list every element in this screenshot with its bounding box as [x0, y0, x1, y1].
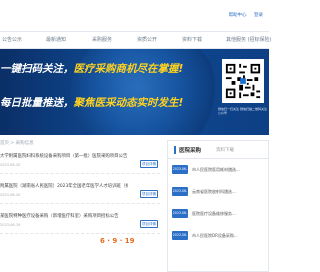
list-item[interactable]: 某医院特种医疗设备采购（新增医疗科室）采购项目招标公告 2023-06-19 项…: [0, 210, 160, 234]
procurement-list: 大学附属医院妇科系统设备采购项目（第一批）医院采购项目公告（服务项目公告） 20…: [0, 150, 160, 272]
tab-hospital-procurement[interactable]: 医院采购: [174, 146, 201, 154]
side-panel: 医院采购 资料下载 2023-06-19 市人民医院医用耗材遴选... 2023…: [167, 140, 269, 272]
list-item-title[interactable]: 大学附属医院妇科系统设备采购项目（第一批）医院采购项目公告（服务项目公告）: [0, 153, 128, 159]
side-item-title[interactable]: 市人民医院医用耗材遴选...: [192, 167, 268, 173]
breadcrumb: 首页 > 采购信息: [0, 141, 34, 146]
side-item-title[interactable]: 市人民医院DR设备采购...: [192, 233, 268, 239]
list-item-title[interactable]: 某医院特种医疗设备采购（新增医疗科室）采购项目招标公告: [0, 213, 128, 219]
qr-code-icon: [224, 62, 262, 100]
nav-item-announcements[interactable]: 公告公示: [2, 36, 22, 43]
list-item-date: 2023-06-20: [0, 163, 21, 167]
side-item-title[interactable]: 云南省医院放射科遴选...: [192, 189, 268, 195]
side-item-title[interactable]: 医院医疗设备维修服务...: [192, 211, 268, 217]
pagination[interactable]: 6 · 9 · 19: [100, 237, 135, 245]
qr-code: [222, 59, 264, 103]
list-item-date: 2023-06-19: [0, 223, 21, 227]
hero-banner: 一键扫码关注，医疗采购商机尽在掌握! 每日批量推送，聚焦医采动态实时发生! 微信…: [0, 49, 269, 135]
help-link[interactable]: 帮助中心: [229, 13, 247, 18]
nav-item-procurement-service[interactable]: 采购服务: [92, 36, 112, 43]
side-list-item[interactable]: 2023-06-19 市人民医院DR设备采购...: [172, 231, 268, 251]
nav-item-qualification[interactable]: 资质公开: [137, 36, 157, 43]
details-button[interactable]: 项目详情: [140, 160, 158, 168]
banner-headline-1: 一键扫码关注，医疗采购商机尽在掌握!: [0, 63, 184, 75]
side-item-date: 2023-06-19: [172, 187, 188, 202]
side-item-date: 2023-06-19: [172, 231, 188, 246]
side-panel-tabs: 医院采购 资料下载: [168, 141, 268, 159]
side-list-item[interactable]: 2023-06-19 医院医疗设备维修服务...: [172, 209, 268, 229]
login-link[interactable]: 登录: [254, 13, 263, 18]
list-item[interactable]: 附属医院（湖南省人民医院）2023年全国老年医学人才培训班（护士班） 2023-…: [0, 180, 160, 204]
main-nav: 公告公示 最新通知 采购服务 资质公开 资料下载 其他服务 (招标保险): [0, 32, 272, 49]
side-item-date: 2023-06-19: [172, 209, 188, 224]
list-item-title[interactable]: 附属医院（湖南省人民医院）2023年全国老年医学人才培训班（护士班）: [0, 183, 128, 189]
side-list-item[interactable]: 2023-06-19 云南省医院放射科遴选...: [172, 187, 268, 207]
nav-item-downloads[interactable]: 资料下载: [182, 36, 202, 43]
top-links: 帮助中心 登录: [223, 12, 263, 18]
side-list-item[interactable]: 2023-06-19 市人民医院医用耗材遴选...: [172, 165, 268, 185]
list-item[interactable]: 大学附属医院妇科系统设备采购项目（第一批）医院采购项目公告（服务项目公告） 20…: [0, 150, 160, 174]
nav-item-latest-notice[interactable]: 最新通知: [46, 36, 66, 43]
side-item-date: 2023-06-19: [172, 165, 188, 180]
list-item-date: 2023-06-20: [0, 193, 21, 197]
details-button[interactable]: 项目详情: [140, 190, 158, 198]
top-bar: 帮助中心 登录: [0, 0, 269, 32]
nav-item-other-services[interactable]: 其他服务 (招标保险): [226, 36, 272, 43]
qr-caption: 微信扫一扫关注 微信扫描二维码关注公众号: [218, 107, 267, 115]
tab-downloads[interactable]: 资料下载: [216, 147, 234, 153]
details-button[interactable]: 项目详情: [140, 220, 158, 228]
banner-headline-2: 每日批量推送，聚焦医采动态实时发生!: [0, 97, 184, 109]
